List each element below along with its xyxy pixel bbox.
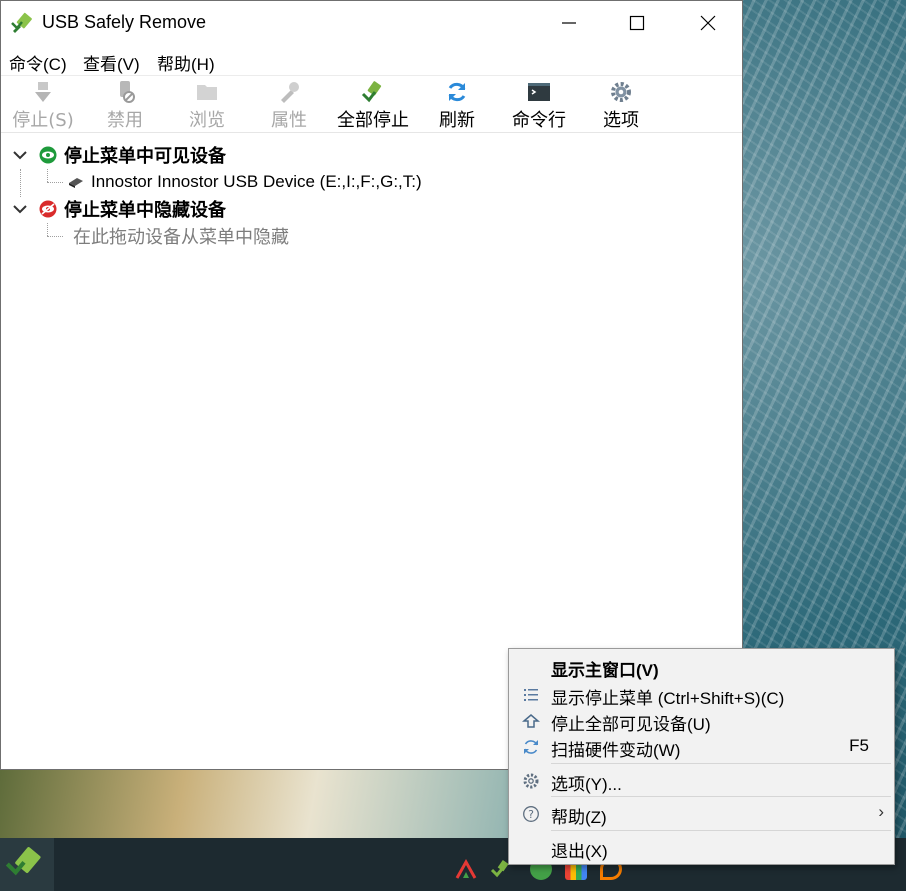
tray-context-menu: 显示主窗口(V) 显示停止菜单 (Ctrl+Shift+S)(C) 停止全部可见… xyxy=(508,648,895,865)
title-bar[interactable]: USB Safely Remove xyxy=(1,1,742,45)
hidden-group-hint: 在此拖动设备从菜单中隐藏 xyxy=(73,225,289,248)
disable-button[interactable]: 禁用 xyxy=(93,76,157,132)
menu-help[interactable]: 帮助(H) xyxy=(157,50,215,75)
menu-view[interactable]: 查看(V) xyxy=(83,50,140,75)
refresh-icon xyxy=(448,82,466,102)
tray-red-arrow-icon[interactable] xyxy=(455,858,477,880)
menu-item-show-stop-menu[interactable]: 显示停止菜单 (Ctrl+Shift+S)(C) xyxy=(509,681,894,708)
menu-item-label: 显示主窗口(V) xyxy=(551,661,659,680)
menu-item-label: 退出(X) xyxy=(551,842,608,861)
tree-group-visible[interactable]: 停止菜单中可见设备 xyxy=(11,143,226,167)
menu-item-label: 停止全部可见设备(U) xyxy=(551,715,711,734)
menu-item-scan-hardware[interactable]: 扫描硬件变动(W) F5 xyxy=(509,733,894,760)
maximize-button[interactable] xyxy=(601,1,673,45)
properties-icon xyxy=(281,82,299,103)
usb-disable-icon xyxy=(120,81,135,103)
stop-all-visible-icon xyxy=(522,714,540,728)
beach-wallpaper xyxy=(0,760,520,840)
menu-item-options[interactable]: 选项(Y)... xyxy=(509,767,894,794)
help-icon: ? xyxy=(523,806,539,822)
tree-connector xyxy=(20,169,21,197)
maximize-icon xyxy=(629,15,645,31)
stop-all-button[interactable]: 全部停止 xyxy=(331,76,415,132)
stop-icon xyxy=(35,82,51,102)
refresh-button[interactable]: 刷新 xyxy=(425,76,489,132)
drive-icon xyxy=(69,178,83,188)
browse-button-label: 浏览 xyxy=(189,110,225,131)
gear-icon xyxy=(523,773,539,789)
usb-safely-remove-icon xyxy=(5,847,41,876)
window-title: USB Safely Remove xyxy=(42,12,207,32)
menu-command[interactable]: 命令(C) xyxy=(9,50,67,75)
close-button[interactable] xyxy=(672,1,744,45)
browse-button[interactable]: 浏览 xyxy=(175,76,239,132)
menu-separator xyxy=(551,830,891,831)
app-icon xyxy=(11,12,32,33)
menu-item-help[interactable]: ? 帮助(Z) › xyxy=(509,800,894,827)
tree-group-hidden[interactable]: 停止菜单中隐藏设备 xyxy=(11,197,226,221)
menu-item-exit[interactable]: 退出(X) xyxy=(509,834,894,861)
tree-connector xyxy=(47,223,48,236)
stop-all-icon xyxy=(361,81,382,103)
stop-button-label: 停止(S) xyxy=(12,110,74,131)
properties-button-label: 属性 xyxy=(271,110,307,131)
options-button[interactable]: 选项 xyxy=(589,76,653,132)
menu-bar: 命令(C) 查看(V) 帮助(H) xyxy=(1,45,742,75)
taskbar-app-usb-safely-remove[interactable] xyxy=(0,838,54,891)
minimize-icon xyxy=(562,22,576,24)
gear-icon xyxy=(611,82,631,102)
hidden-group-label: 停止菜单中隐藏设备 xyxy=(64,200,226,221)
chevron-down-icon[interactable] xyxy=(11,200,29,218)
close-icon xyxy=(700,15,716,31)
eye-hidden-icon xyxy=(39,200,57,218)
eye-icon xyxy=(39,146,57,164)
refresh-icon xyxy=(524,740,538,754)
tree-connector xyxy=(47,182,63,183)
device-item[interactable]: Innostor Innostor USB Device (E:,I:,F:,G… xyxy=(67,171,422,193)
options-button-label: 选项 xyxy=(603,110,639,131)
tree-connector xyxy=(47,236,63,237)
svg-text:?: ? xyxy=(528,808,534,821)
menu-item-shortcut: F5 xyxy=(849,736,869,755)
folder-icon xyxy=(197,85,217,100)
stop-all-button-label: 全部停止 xyxy=(337,110,409,131)
menu-item-show-main-window[interactable]: 显示主窗口(V) xyxy=(509,653,894,680)
command-line-button-label: 命令行 xyxy=(512,110,566,131)
stop-button[interactable]: 停止(S) xyxy=(11,76,75,132)
list-icon xyxy=(524,689,538,701)
command-line-button[interactable]: 命令行 xyxy=(505,76,573,132)
visible-group-label: 停止菜单中可见设备 xyxy=(64,146,226,167)
menu-separator xyxy=(551,763,891,764)
device-label: Innostor Innostor USB Device (E:,I:,F:,G… xyxy=(91,172,422,191)
menu-item-label: 扫描硬件变动(W) xyxy=(551,741,681,760)
menu-item-label: 帮助(Z) xyxy=(551,808,607,827)
drag-hint-text: 在此拖动设备从菜单中隐藏 xyxy=(73,227,289,248)
chevron-down-icon[interactable] xyxy=(11,146,29,164)
menu-item-stop-all-visible[interactable]: 停止全部可见设备(U) xyxy=(509,707,894,734)
disable-button-label: 禁用 xyxy=(107,110,143,131)
menu-item-label: 选项(Y)... xyxy=(551,775,622,794)
toolbar: 停止(S) 禁用 浏览 属性 全部停止 刷新 命令行 选项 xyxy=(1,75,742,133)
menu-separator xyxy=(551,796,891,797)
chevron-right-icon: › xyxy=(878,802,884,821)
tree-connector xyxy=(47,169,48,182)
minimize-button[interactable] xyxy=(533,1,605,45)
terminal-icon xyxy=(528,83,550,101)
menu-item-label: 显示停止菜单 (Ctrl+Shift+S)(C) xyxy=(551,689,785,708)
properties-button[interactable]: 属性 xyxy=(257,76,321,132)
refresh-button-label: 刷新 xyxy=(439,110,475,131)
